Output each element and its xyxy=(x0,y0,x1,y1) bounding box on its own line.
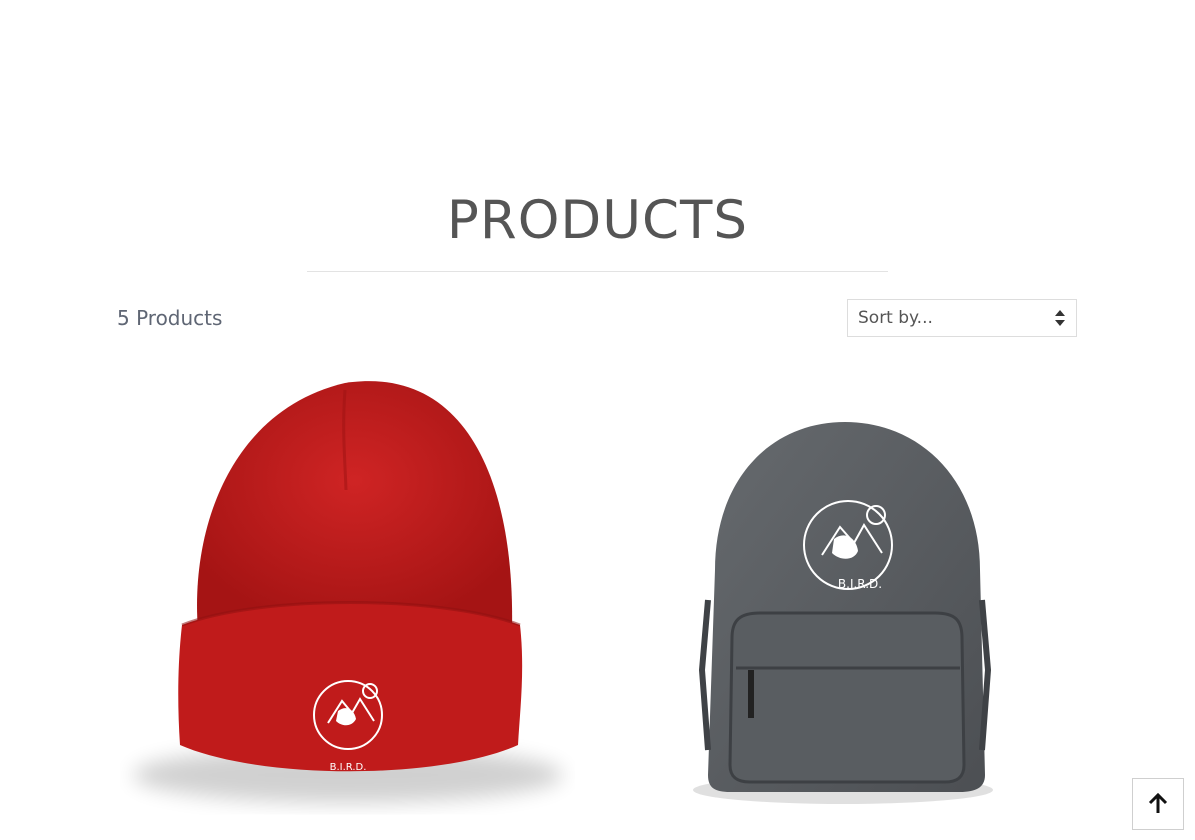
title-divider xyxy=(307,271,888,272)
result-count: 5 Products xyxy=(117,306,223,330)
backpack-image[interactable]: B.I.R.D. xyxy=(620,370,1075,840)
sort-select-value: Sort by... xyxy=(858,308,933,328)
beanie-image[interactable]: B.I.R.D. xyxy=(120,370,575,840)
product-card-beanie[interactable]: B.I.R.D. xyxy=(120,370,575,840)
product-card-backpack[interactable]: B.I.R.D. xyxy=(620,370,1075,840)
svg-text:B.I.R.D.: B.I.R.D. xyxy=(330,762,367,773)
arrow-up-icon xyxy=(1148,793,1168,813)
sort-select[interactable]: Sort by... xyxy=(847,299,1077,337)
back-to-top-button[interactable] xyxy=(1132,778,1184,830)
page-title: PRODUCTS xyxy=(446,190,749,251)
sort-arrows-icon xyxy=(1055,310,1065,326)
svg-text:B.I.R.D.: B.I.R.D. xyxy=(838,577,882,591)
